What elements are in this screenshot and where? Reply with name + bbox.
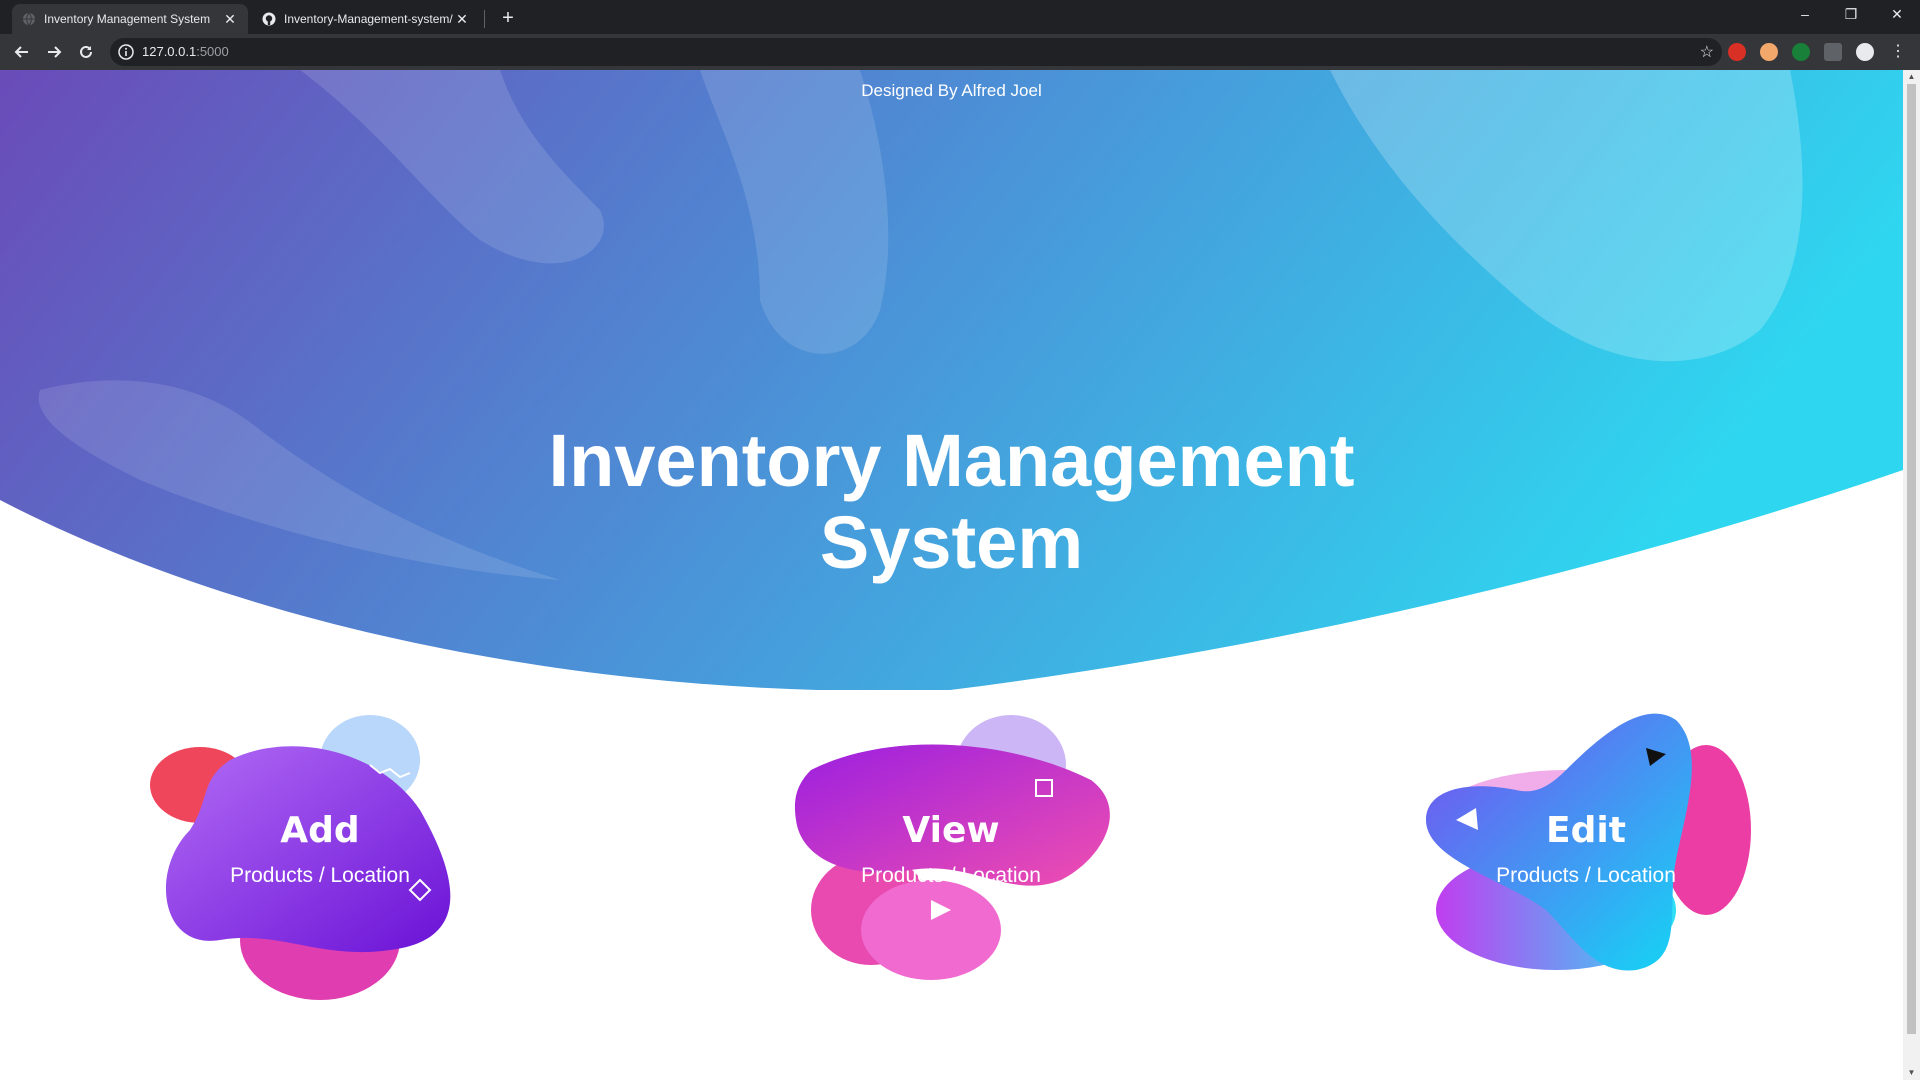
bookmark-star-icon[interactable]: ☆	[1700, 42, 1714, 62]
page-title-line2: System	[819, 501, 1084, 584]
tab-title: Inventory Management System	[44, 12, 211, 26]
tab-inventory[interactable]: Inventory Management System ✕	[12, 4, 248, 34]
page-title: Inventory Management System	[0, 420, 1903, 584]
browser-toolbar: 127.0.0.1:5000 ☆ ⋮	[0, 34, 1920, 70]
restore-button[interactable]: ❐	[1828, 0, 1874, 30]
extension-adblock-icon[interactable]	[1728, 43, 1746, 61]
github-icon	[262, 12, 276, 26]
back-button[interactable]	[8, 38, 36, 66]
add-card-blob	[150, 715, 451, 1000]
add-card-subtitle: Products / Location	[230, 864, 410, 887]
edit-card-blob	[1426, 713, 1751, 971]
hero-background	[0, 70, 1903, 691]
edit-card-subtitle: Products / Location	[1496, 864, 1676, 887]
extension-shield-icon[interactable]	[1792, 43, 1810, 61]
close-tab-icon[interactable]: ✕	[454, 11, 470, 28]
add-card[interactable]: Add Products / Location	[140, 710, 500, 1010]
scroll-thumb[interactable]	[1907, 84, 1916, 1034]
scroll-up-icon[interactable]: ▲	[1903, 70, 1920, 84]
close-tab-icon[interactable]: ✕	[222, 11, 238, 28]
new-tab-button[interactable]: +	[494, 6, 522, 30]
designer-credit: Designed By Alfred Joel	[861, 81, 1042, 100]
forward-button[interactable]	[40, 38, 68, 66]
tab-title: Inventory-Management-system/	[284, 12, 453, 26]
tab-github[interactable]: Inventory-Management-system/ ✕	[252, 4, 480, 34]
forward-arrow-icon	[48, 46, 62, 58]
edit-card[interactable]: Edit Products / Location	[1406, 710, 1766, 1010]
scroll-down-icon[interactable]: ▼	[1903, 1066, 1920, 1080]
vertical-scrollbar[interactable]: ▲ ▼	[1903, 70, 1920, 1080]
tab-strip: Inventory Management System ✕ Inventory-…	[0, 0, 1920, 34]
menu-kebab-icon[interactable]: ⋮	[1884, 38, 1912, 66]
reload-icon	[80, 45, 92, 58]
page-title-line1: Inventory Management	[548, 419, 1355, 502]
edit-card-title: Edit	[1546, 810, 1626, 851]
add-card-title: Add	[280, 810, 360, 851]
reload-button[interactable]	[72, 38, 100, 66]
globe-icon	[23, 12, 35, 26]
page-viewport: Designed By Alfred Joel Inventory Manage…	[0, 70, 1903, 1080]
close-window-button[interactable]: ✕	[1874, 0, 1920, 30]
info-icon	[118, 44, 134, 60]
url-host: 127.0.0.1	[142, 44, 197, 59]
view-card-blob	[794, 715, 1110, 980]
extension-orange-icon[interactable]	[1760, 43, 1778, 61]
tab-divider	[484, 10, 485, 28]
address-bar[interactable]: 127.0.0.1:5000 ☆	[110, 38, 1722, 66]
hero-banner: Designed By Alfred Joel Inventory Manage…	[0, 70, 1903, 691]
browser-chrome: Inventory Management System ✕ Inventory-…	[0, 0, 1920, 70]
view-card[interactable]: View Products / Location	[771, 710, 1131, 1010]
extensions-puzzle-icon[interactable]	[1824, 43, 1842, 61]
back-arrow-icon	[14, 46, 28, 58]
profile-avatar[interactable]	[1856, 43, 1874, 61]
view-card-title: View	[902, 810, 1000, 851]
url-text: 127.0.0.1:5000	[142, 44, 229, 59]
minimize-button[interactable]: –	[1782, 0, 1828, 30]
url-port: :5000	[196, 44, 229, 59]
view-card-subtitle: Products / Location	[861, 864, 1041, 887]
